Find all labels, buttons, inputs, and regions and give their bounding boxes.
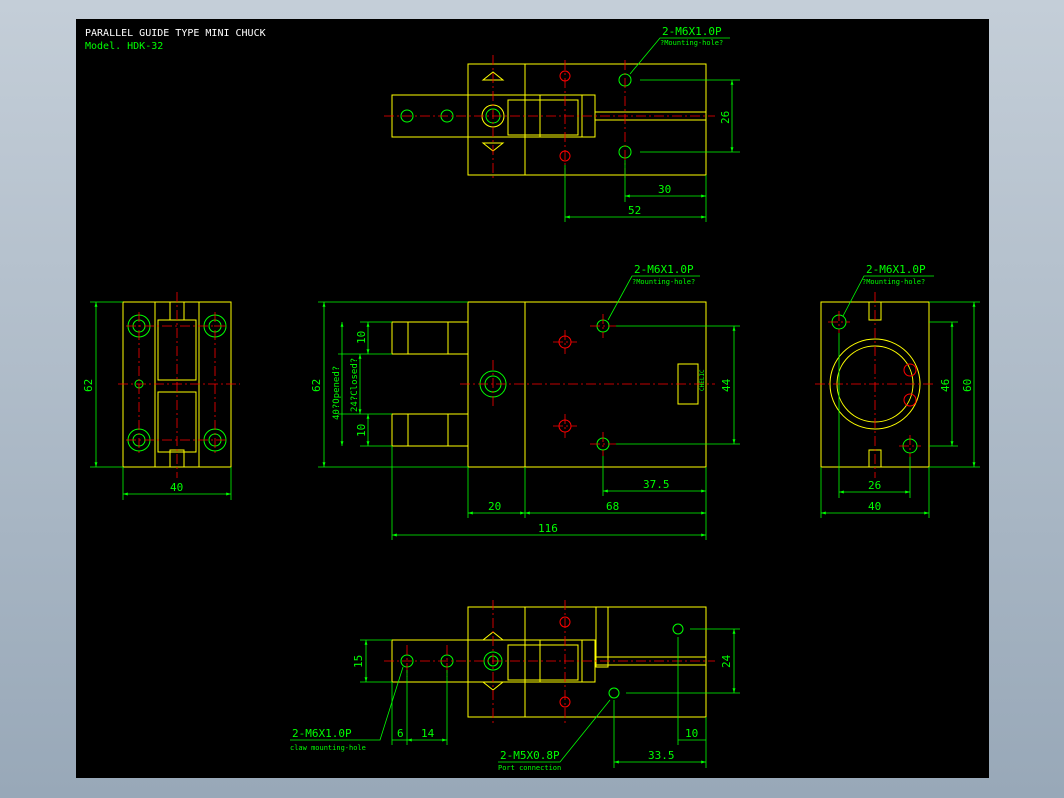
- top-view-dim-30: 30: [658, 183, 671, 196]
- front-view-callout-note: ?Mounting-hole?: [632, 278, 695, 286]
- model-label: Model. HDK-32: [85, 41, 163, 52]
- left-side-view: 62 40: [82, 292, 240, 500]
- bottom-view-dim-33-5: 33.5: [648, 749, 675, 762]
- left-view-dim-62: 62: [82, 379, 95, 392]
- front-view-dim-44: 44: [720, 378, 733, 392]
- front-view-dim-62: 62: [310, 379, 323, 392]
- right-view-dim-60: 60: [961, 379, 974, 392]
- top-view-dim-52: 52: [628, 204, 641, 217]
- front-view-dim-68: 68: [606, 500, 619, 513]
- front-view-dim-jaw-bottom: 10: [355, 424, 368, 437]
- front-view-dim-37-5: 37.5: [643, 478, 670, 491]
- right-view-callout-note: ?Mounting-hole?: [862, 278, 925, 286]
- claw-hole-callout: 2-M6X1.0P: [292, 727, 352, 740]
- top-view-callout: 2-M6X1.0P: [662, 25, 722, 38]
- drawing-title: PARALLEL GUIDE TYPE MINI CHUCK: [85, 28, 266, 39]
- bottom-view-dim-6: 6: [397, 727, 404, 740]
- top-view-callout-note: ?Mounting-hole?: [660, 39, 723, 47]
- front-view-callout: 2-M6X1.0P: [634, 263, 694, 276]
- drawing-title-block: PARALLEL GUIDE TYPE MINI CHUCK Model. HD…: [85, 28, 266, 52]
- top-view: 2-M6X1.0P ?Mounting-hole? 26 30 52: [384, 25, 740, 222]
- right-view-dim-26: 26: [868, 479, 881, 492]
- port-callout: 2-M5X0.8P: [500, 749, 560, 762]
- left-view-dim-40: 40: [170, 481, 183, 494]
- cad-viewport[interactable]: PARALLEL GUIDE TYPE MINI CHUCK Model. HD…: [76, 19, 989, 778]
- front-view-upper-jaw: [391, 321, 469, 355]
- front-view: CHELIC 2-M6X1.0P ?Mounting-hole? 62 40?O…: [310, 263, 740, 540]
- front-view-lower-jaw: [391, 413, 469, 447]
- bottom-view-body: [467, 606, 707, 718]
- bottom-view-dim-24: 24: [720, 654, 733, 668]
- bottom-view-dim-14: 14: [421, 727, 435, 740]
- front-view-dim-closed: 24?Closed?: [350, 358, 360, 412]
- bottom-view: 15 24 6 14 10 33.5 2-M6X1.0P claw mounti…: [290, 600, 740, 772]
- front-view-body: [467, 301, 707, 468]
- front-view-dim-116: 116: [538, 522, 558, 535]
- right-view-dim-40: 40: [868, 500, 881, 513]
- bottom-view-dim-15: 15: [352, 655, 365, 668]
- nameplate-text: CHELIC: [699, 369, 706, 391]
- front-view-dim-opened: 40?Opened?: [332, 366, 342, 420]
- front-view-dim-jaw-top: 10: [355, 331, 368, 344]
- port-note: Port connection: [498, 764, 561, 772]
- bottom-view-dim-10: 10: [685, 727, 698, 740]
- cad-drawing: PARALLEL GUIDE TYPE MINI CHUCK Model. HD…: [82, 25, 980, 772]
- claw-hole-note: claw mounting-hole: [290, 744, 366, 752]
- front-view-dim-20: 20: [488, 500, 501, 513]
- right-side-view: 2-M6X1.0P ?Mounting-hole? 46 60 26 40: [815, 263, 980, 518]
- right-view-callout: 2-M6X1.0P: [866, 263, 926, 276]
- right-view-dim-46: 46: [939, 379, 952, 392]
- top-view-dim-height: 26: [719, 111, 732, 124]
